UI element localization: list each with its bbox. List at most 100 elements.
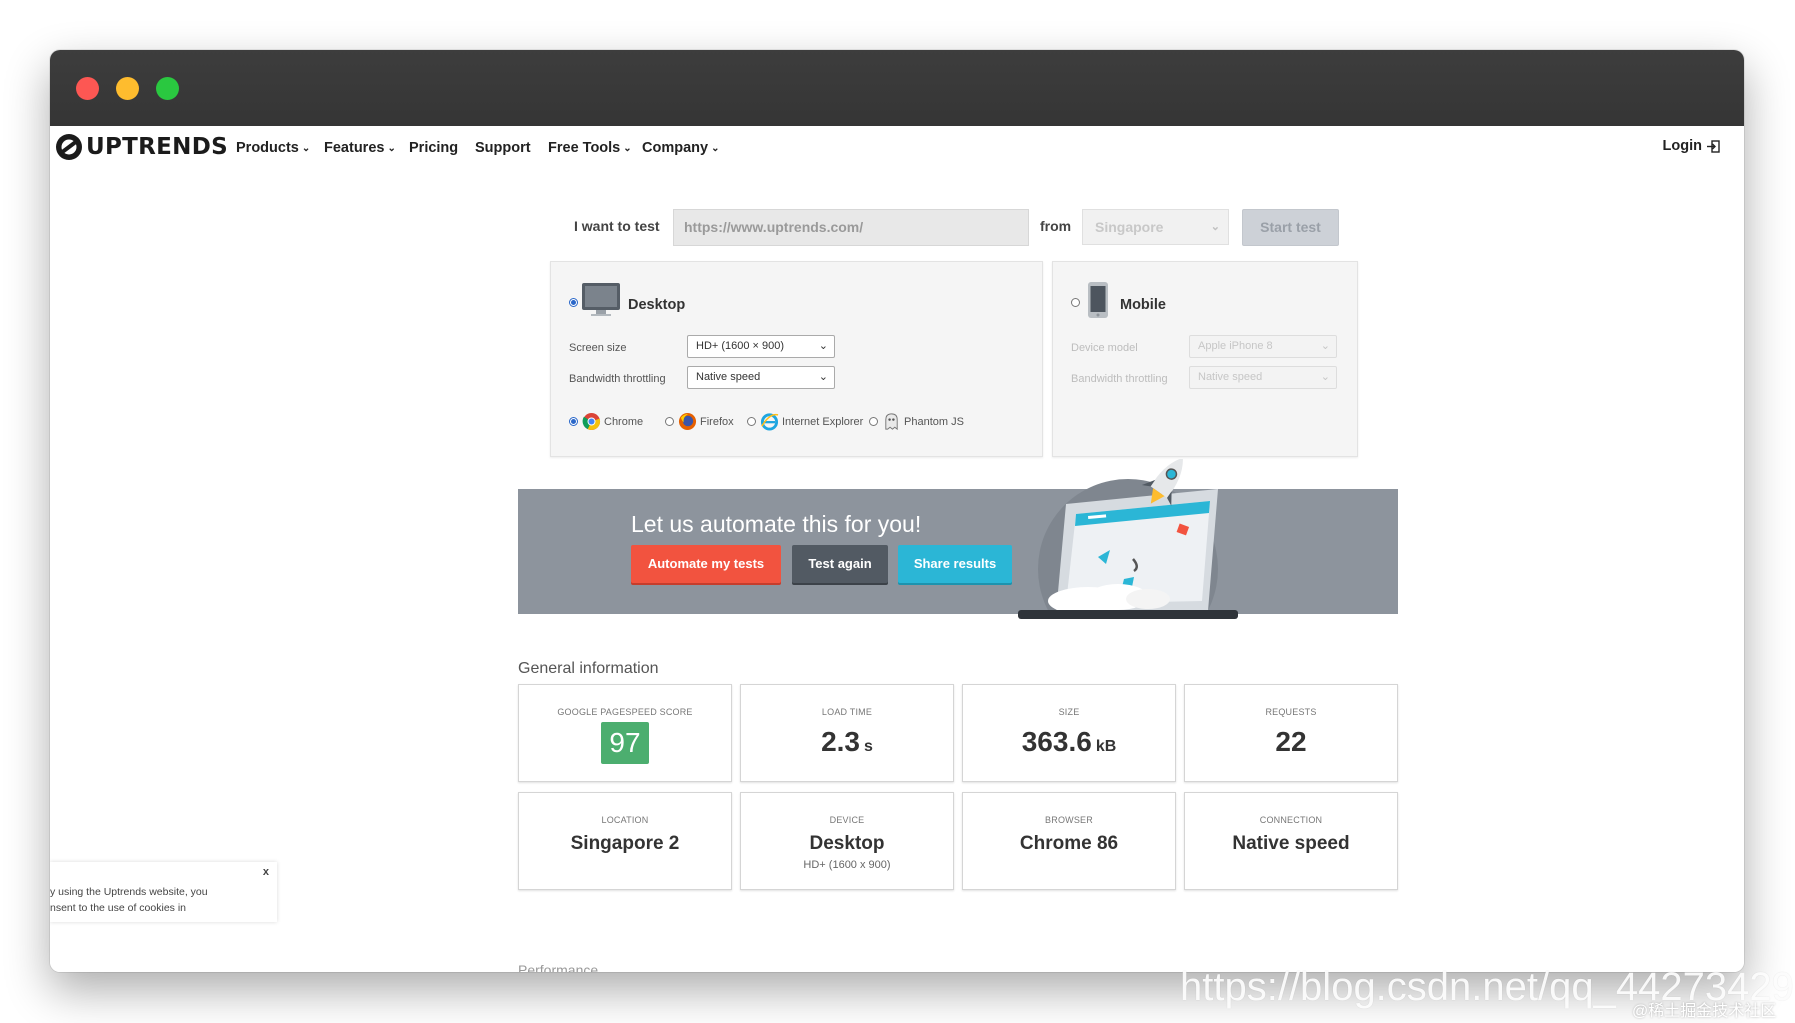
card-label: BROWSER <box>1045 815 1093 825</box>
connection-card: CONNECTION Native speed <box>1184 792 1398 890</box>
firefox-label: Firefox <box>700 415 734 428</box>
browser-card: BROWSER Chrome 86 <box>962 792 1176 890</box>
phantomjs-radio[interactable] <box>869 417 878 426</box>
size-card: SIZE 363.6 kB <box>962 684 1176 782</box>
cookie-close-button[interactable]: x <box>263 866 269 878</box>
browser-option-phantomjs[interactable]: Phantom JS <box>869 412 964 431</box>
pagespeed-score-card: GOOGLE PAGESPEED SCORE 97 <box>518 684 732 782</box>
close-window-button[interactable] <box>76 77 99 100</box>
chevron-down-icon: ⌄ <box>1320 371 1330 383</box>
bandwidth-select[interactable]: Native speed ⌄ <box>687 366 835 389</box>
cookie-notice: x y using the Uptrends website, you nsen… <box>50 862 277 922</box>
chevron-down-icon: ⌄ <box>1320 340 1330 352</box>
nav-features[interactable]: Features ⌄ <box>324 140 396 156</box>
firefox-radio[interactable] <box>665 417 674 426</box>
internet-explorer-label: Internet Explorer <box>782 415 864 428</box>
minimize-window-button[interactable] <box>116 77 139 100</box>
nav-company[interactable]: Company ⌄ <box>642 140 719 156</box>
internet-explorer-radio[interactable] <box>747 417 756 426</box>
location-card: LOCATION Singapore 2 <box>518 792 732 890</box>
requests-card: REQUESTS 22 <box>1184 684 1398 782</box>
login-icon <box>1707 139 1720 153</box>
desktop-monitor-icon <box>582 283 620 316</box>
location-value: Singapore 2 <box>570 833 680 854</box>
cookie-line-1: y using the Uptrends website, you <box>50 886 208 898</box>
browser-option-firefox[interactable]: Firefox <box>665 412 734 431</box>
banner-title: Let us automate this for you! <box>631 511 922 537</box>
browser-window: UPTRENDS Products ⌄ Features ⌄ Pricing Sup… <box>50 50 1744 972</box>
firefox-icon <box>678 412 697 431</box>
chevron-down-icon: ⌄ <box>623 143 632 154</box>
chevron-down-icon: ⌄ <box>387 143 396 154</box>
general-information-title: General information <box>518 660 659 677</box>
card-label: LOAD TIME <box>821 707 873 717</box>
nav-free-tools[interactable]: Free Tools ⌄ <box>548 140 632 156</box>
load-time-card: LOAD TIME 2.3 s <box>740 684 954 782</box>
mobile-panel: Mobile Device model Apple iPhone 8 ⌄ Ban… <box>1052 261 1358 457</box>
card-label: SIZE <box>1058 707 1080 717</box>
uptrends-logo[interactable]: UPTRENDS <box>54 132 228 162</box>
nav-products-label: Products <box>236 140 299 156</box>
watermark-sub: @稀土掘金技术社区 <box>1632 1003 1777 1020</box>
desktop-radio[interactable] <box>569 298 578 307</box>
mobile-radio[interactable] <box>1071 298 1080 307</box>
browser-value: Chrome 86 <box>1019 833 1119 854</box>
connection-value: Native speed <box>1232 833 1350 854</box>
performance-section-title: Performance <box>518 962 599 972</box>
automate-my-tests-button[interactable]: Automate my tests <box>631 545 781 583</box>
device-model-label: Device model <box>1071 342 1138 354</box>
card-value: 2.3 s <box>741 726 953 758</box>
browser-option-chrome[interactable]: Chrome <box>569 412 643 431</box>
size-value: 363.6 <box>1021 726 1092 757</box>
share-results-button[interactable]: Share results <box>898 545 1012 583</box>
desktop-title: Desktop <box>628 297 686 313</box>
chevron-down-icon: ⌄ <box>711 143 720 154</box>
mobile-bandwidth-select[interactable]: Native speed ⌄ <box>1189 366 1337 389</box>
cookie-line-2: nsent to the use of cookies in <box>50 902 187 914</box>
card-label: GOOGLE PAGESPEED SCORE <box>557 707 693 717</box>
location-select[interactable]: Singapore ⌄ <box>1082 209 1229 245</box>
chrome-radio[interactable] <box>569 417 578 426</box>
phantomjs-icon <box>885 413 898 431</box>
card-label: LOCATION <box>601 815 649 825</box>
screen-size-select[interactable]: HD+ (1600 × 900) ⌄ <box>687 335 835 358</box>
desktop-panel: Desktop Screen size HD+ (1600 × 900) ⌄ B… <box>550 261 1043 457</box>
card-label: DEVICE <box>829 815 865 825</box>
nav-pricing[interactable]: Pricing <box>409 140 458 156</box>
start-test-button[interactable]: Start test <box>1242 209 1339 246</box>
chrome-icon <box>582 412 601 431</box>
from-label: from <box>1040 218 1072 234</box>
chevron-down-icon: ⌄ <box>301 143 311 154</box>
device-resolution: HD+ (1600 x 900) <box>803 859 891 871</box>
browser-option-internet-explorer[interactable]: Internet Explorer <box>747 412 863 431</box>
login-link[interactable]: Login <box>1663 138 1720 154</box>
automation-banner: Let us automate this for you! Automate m… <box>518 459 1398 619</box>
size-unit: kB <box>1095 738 1117 755</box>
requests-value: 22 <box>1275 726 1307 757</box>
nav-free-tools-label: Free Tools <box>548 140 621 156</box>
bandwidth-value: Native speed <box>696 371 761 383</box>
nav-features-label: Features <box>324 140 385 156</box>
location-value: Singapore <box>1095 219 1164 235</box>
test-again-button[interactable]: Test again <box>792 545 888 583</box>
nav-support[interactable]: Support <box>475 140 531 156</box>
load-time-value: 2.3 <box>821 726 861 757</box>
device-value: Desktop <box>809 833 885 854</box>
maximize-window-button[interactable] <box>156 77 179 100</box>
laptop-rocket-illustration <box>1018 459 1238 619</box>
device-model-select[interactable]: Apple iPhone 8 ⌄ <box>1189 335 1337 358</box>
nav-support-label: Support <box>475 140 531 156</box>
cookie-text: y using the Uptrends website, you nsent … <box>50 884 208 916</box>
nav-products[interactable]: Products ⌄ <box>236 140 310 156</box>
internet-explorer-icon <box>760 413 779 431</box>
logo-text: UPTRENDS <box>86 134 228 160</box>
chrome-label: Chrome <box>604 415 644 428</box>
mobile-phone-icon <box>1088 282 1108 318</box>
card-value: 363.6 kB <box>963 726 1175 758</box>
screen-size-value: HD+ (1600 × 900) <box>696 340 785 352</box>
test-url-input[interactable]: https://www.uptrends.com/ <box>673 209 1029 246</box>
chevron-down-icon: ⌄ <box>818 371 828 383</box>
page-content: UPTRENDS Products ⌄ Features ⌄ Pricing Sup… <box>50 126 1744 972</box>
nav-company-label: Company <box>642 140 709 156</box>
mobile-title: Mobile <box>1120 297 1166 313</box>
